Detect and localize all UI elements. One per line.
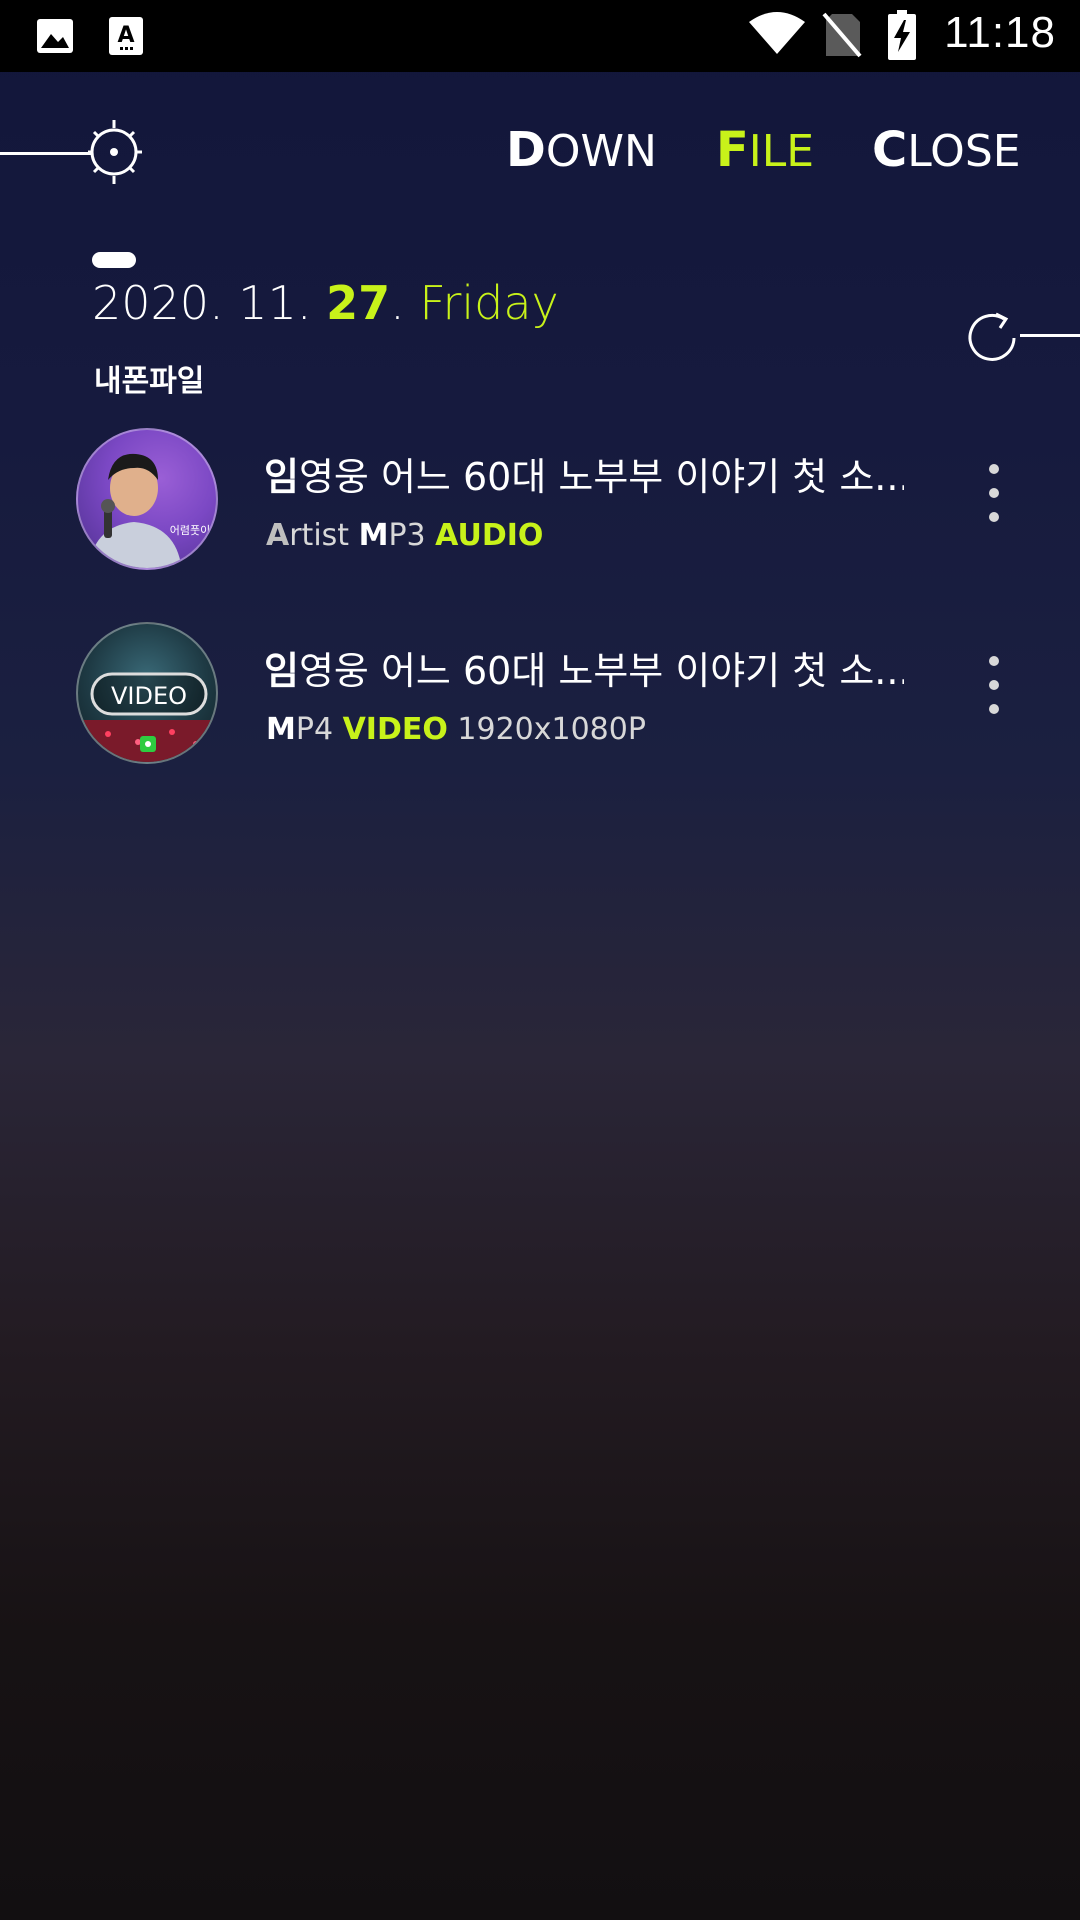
file-title: 임영웅 어느 60대 노부부 이야기 첫 소... [264,446,904,501]
date-prefix: 2020. 11. [92,276,327,330]
tab-down-initial: D [506,122,546,178]
tab-close-initial: C [872,122,908,178]
meta-part: P3 [388,518,436,553]
more-options-icon[interactable] [986,464,1002,528]
meta-type-badge: AUDIO [435,518,544,553]
a-font-icon: A [109,17,143,55]
battery-charging-icon [888,10,916,60]
tab-file[interactable]: FILE [716,122,814,182]
date-weekday: Friday [419,276,559,330]
thumb-caption: 어렴풋이 [170,524,210,537]
tab-file-rest: ILE [748,126,815,177]
meta-part: M [266,712,296,747]
refresh-connector-line [1020,334,1080,337]
wifi-icon [749,12,805,54]
file-meta: MP4 VIDEO 1920x1080P [266,712,646,747]
settings-connector-line [0,152,92,155]
tab-close-rest: LOSE [907,126,1021,177]
tab-file-initial: F [716,122,749,178]
section-label-my-phone-files: 내폰파일 [94,364,205,399]
meta-part: M [358,518,389,553]
tab-close[interactable]: CLOSE [872,122,1021,182]
meta-part: A [266,518,290,553]
date-indicator-pill [92,252,136,268]
date-separator: . [390,276,420,330]
file-title: 임영웅 어느 60대 노부부 이야기 첫 소... [264,640,904,695]
settings-icon[interactable] [86,118,142,186]
thumb-caption: VIDEO [111,682,187,710]
file-list-item[interactable]: VIDEO 임영웅 어느 60대 노부부 이야기 첫 소... MP4 VIDE… [0,618,1080,778]
svg-text:A: A [117,23,134,48]
more-options-icon[interactable] [986,656,1002,720]
video-thumbnail-image: VIDEO [78,672,216,762]
file-title-initial: 임 [264,649,299,693]
file-list-item[interactable]: 어렴풋이 임영웅 어느 60대 노부부 이야기 첫 소... Artist MP… [0,426,1080,586]
meta-part: P4 [295,712,343,747]
tab-down-rest: OWN [545,126,657,177]
status-bar: A 11:18 [0,0,1080,72]
no-sim-icon [822,12,862,58]
clock: 11:18 [944,8,1056,57]
date-label: 2020. 11. 27. Friday [92,276,559,330]
image-icon [37,19,73,53]
file-thumbnail: 어렴풋이 [76,428,218,570]
file-title-rest: 영웅 어느 60대 노부부 이야기 첫 소... [298,649,904,693]
singer-thumbnail-image: 어렴풋이 [88,453,210,568]
file-title-rest: 영웅 어느 60대 노부부 이야기 첫 소... [298,455,904,499]
meta-type-badge: VIDEO [342,712,448,747]
meta-part: rtist [289,518,359,553]
file-thumbnail: VIDEO [76,622,218,764]
tab-down[interactable]: DOWN [506,122,657,182]
refresh-icon[interactable] [964,308,1024,368]
date-day: 27 [326,276,391,330]
file-title-initial: 임 [264,455,299,499]
file-meta: Artist MP3 AUDIO [266,518,543,553]
meta-resolution: 1920x1080P [447,712,646,747]
